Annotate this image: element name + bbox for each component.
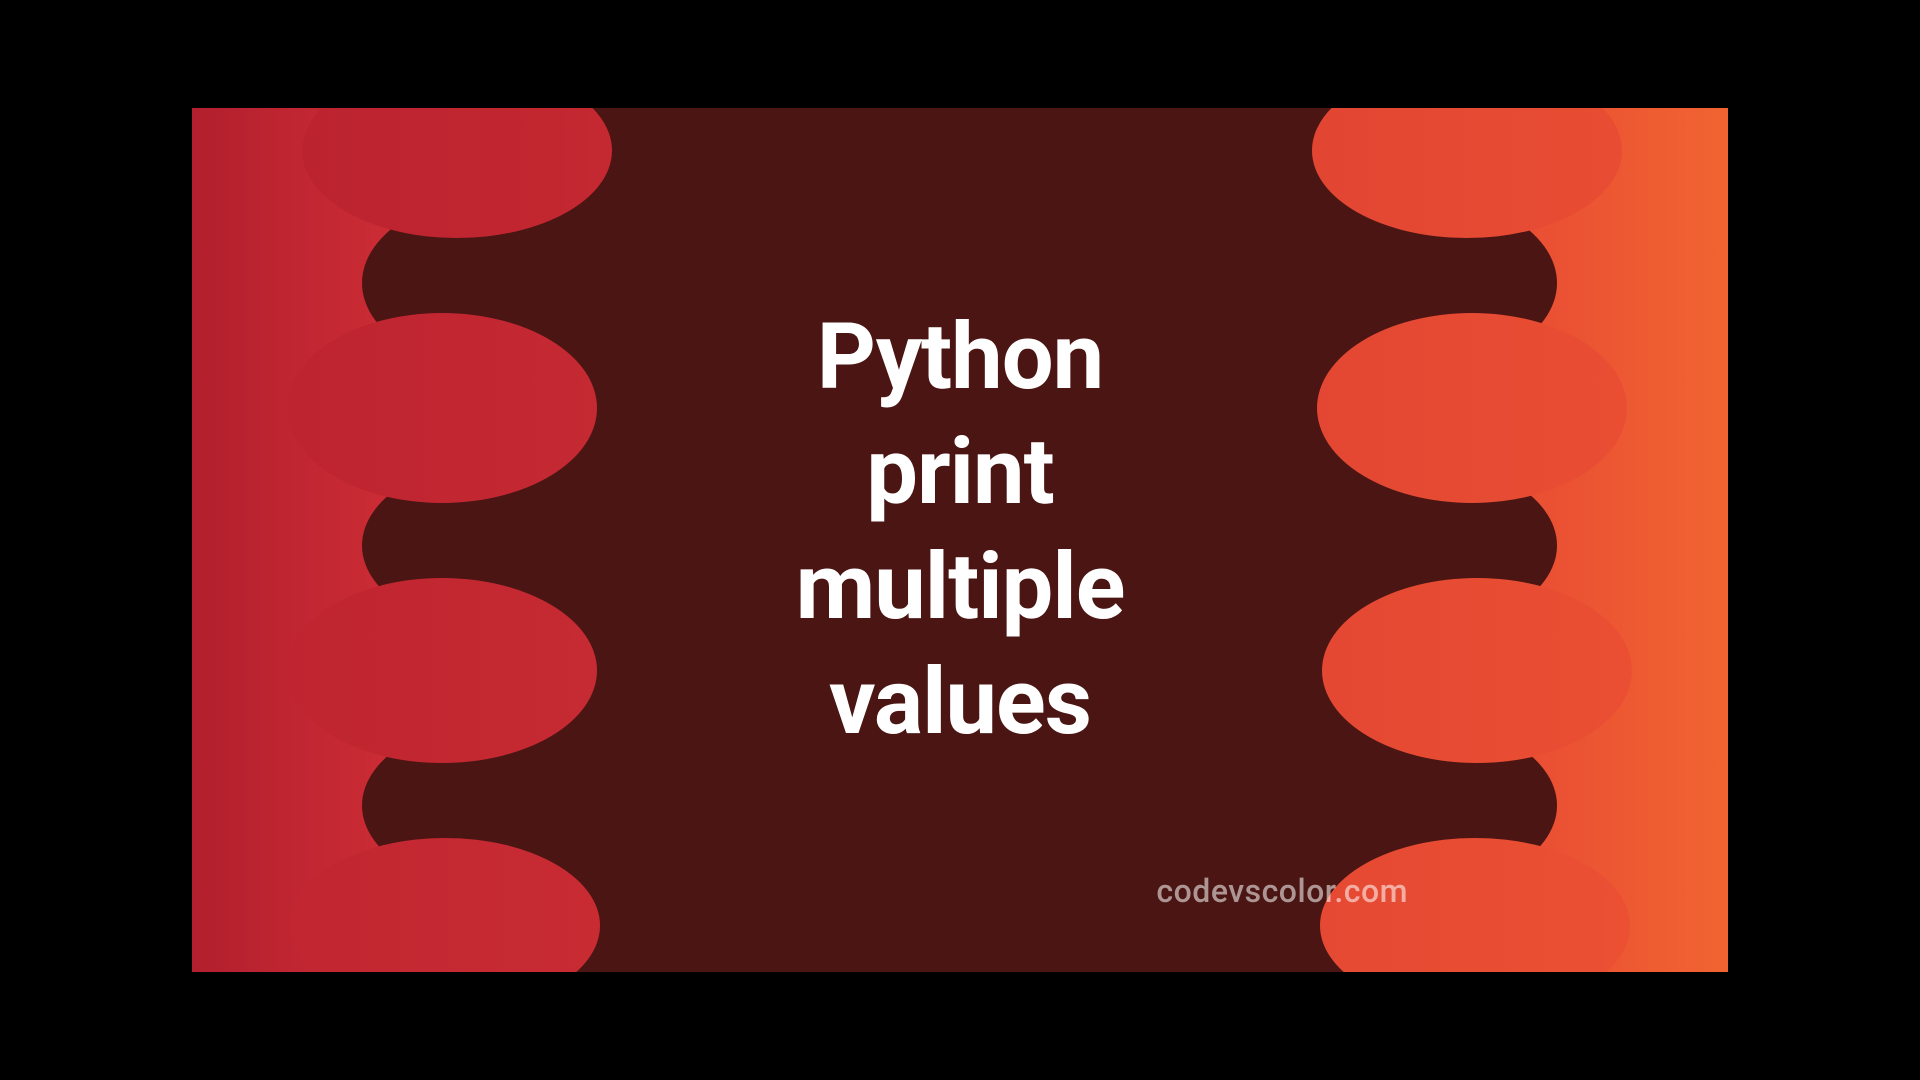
title-line-1: Python bbox=[796, 300, 1125, 415]
title-container: Python print multiple values bbox=[192, 108, 1728, 972]
title-line-4: values bbox=[796, 645, 1125, 760]
title-line-3: multiple bbox=[796, 530, 1125, 645]
banner-canvas: Python print multiple values codevscolor… bbox=[192, 108, 1728, 972]
banner-title: Python print multiple values bbox=[796, 300, 1125, 760]
watermark-text: codevscolor.com bbox=[1156, 872, 1408, 910]
title-line-2: print bbox=[796, 415, 1125, 530]
